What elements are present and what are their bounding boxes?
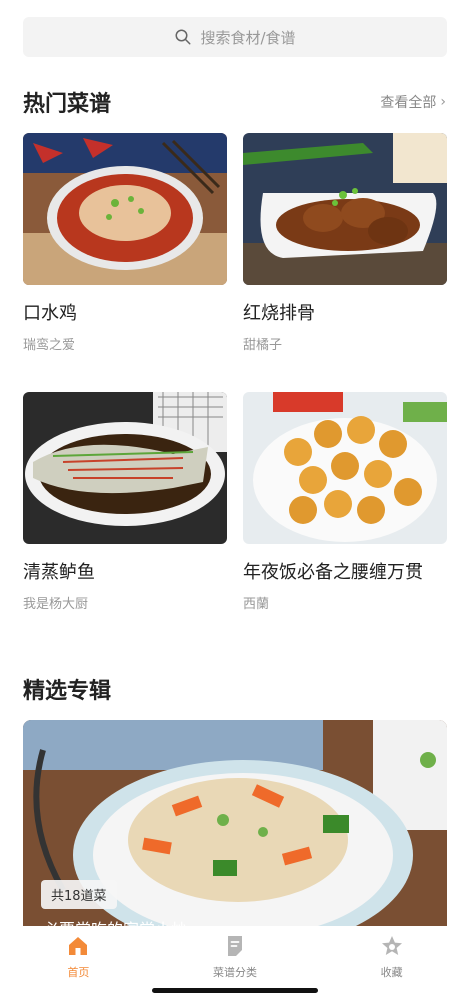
recipe-title: 口水鸡: [23, 303, 77, 324]
featured-album-card[interactable]: 共18道菜 必要常吃的家常小炒: [23, 720, 447, 926]
recipe-image: [243, 133, 447, 285]
recipe-image: [243, 392, 447, 544]
see-all-link[interactable]: 查看全部 ›: [380, 92, 446, 112]
recipe-image: [23, 133, 227, 285]
recipe-image: [23, 392, 227, 544]
search-input[interactable]: 搜索食材/食谱: [23, 17, 447, 57]
recipe-author: 西蘭: [243, 597, 270, 612]
search-icon: [175, 29, 191, 45]
recipe-author: 甜橘子: [243, 338, 283, 353]
recipe-title: 红烧排骨: [243, 303, 315, 324]
tab-label: 收藏: [380, 966, 403, 979]
home-indicator: [152, 988, 318, 993]
home-icon: [69, 937, 88, 955]
album-caption: 必要常吃的家常小炒: [43, 916, 187, 926]
star-icon: [381, 936, 402, 955]
tab-favorites[interactable]: 收藏: [313, 926, 470, 1000]
chevron-right-icon: ›: [440, 94, 446, 110]
recipe-card[interactable]: 年夜饭必备之腰缠万贯 西蘭: [243, 392, 447, 612]
search-placeholder: 搜索食材/食谱: [200, 28, 296, 47]
tab-label: 菜谱分类: [213, 966, 257, 979]
featured-albums-title: 精选专辑: [23, 679, 112, 704]
recipe-title: 年夜饭必备之腰缠万贯: [243, 562, 423, 583]
album-dish-count-badge: 共18道菜: [41, 880, 117, 909]
recipe-card[interactable]: 口水鸡 瑞鸾之爱: [23, 133, 227, 353]
recipe-card[interactable]: 红烧排骨 甜橘子: [243, 133, 447, 353]
bookmark-icon: [228, 936, 242, 956]
recipe-author: 我是杨大厨: [23, 597, 89, 612]
hot-recipes-title: 热门菜谱: [23, 92, 112, 117]
recipe-author: 瑞鸾之爱: [23, 338, 76, 353]
tab-home[interactable]: 首页: [0, 926, 157, 1000]
recipe-title: 清蒸鲈鱼: [23, 562, 95, 583]
tab-label: 首页: [67, 966, 90, 979]
see-all-label: 查看全部: [380, 95, 437, 111]
recipe-card[interactable]: 清蒸鲈鱼 我是杨大厨: [23, 392, 227, 612]
